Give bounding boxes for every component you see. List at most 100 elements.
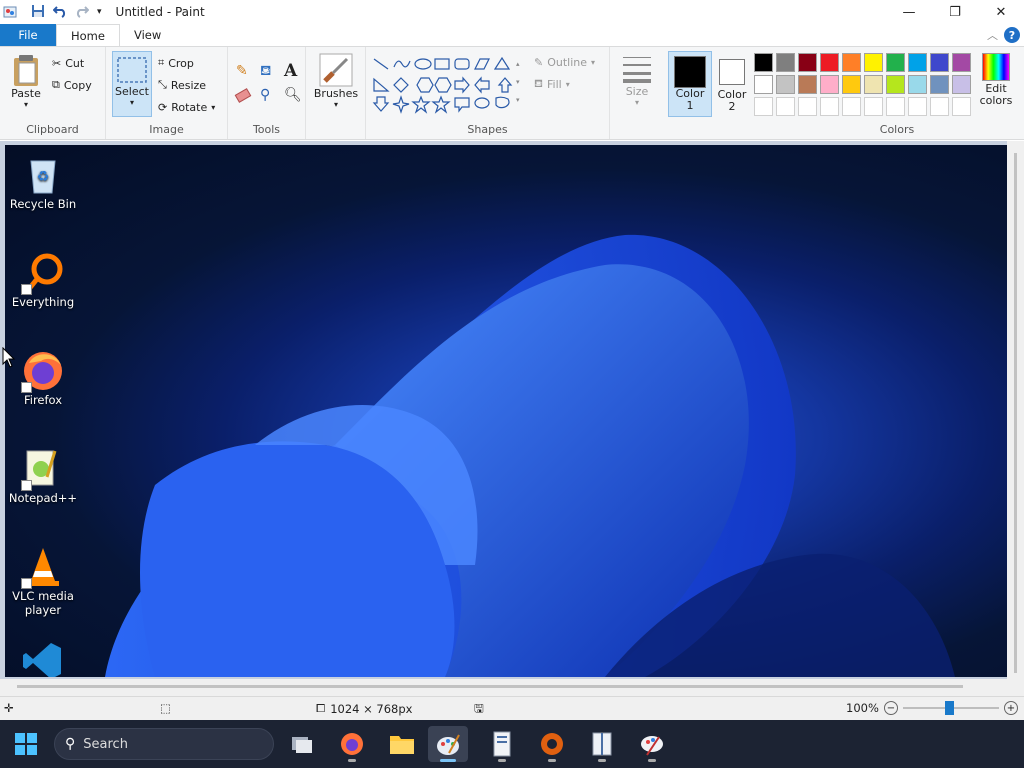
- taskbar-file-explorer[interactable]: [382, 726, 422, 762]
- custom-color-slot[interactable]: [754, 97, 773, 116]
- color1-button[interactable]: Color 1: [668, 51, 712, 117]
- outline-button[interactable]: ✎ Outline ▾: [534, 52, 595, 72]
- desktop-icon-vlc[interactable]: VLC media player: [5, 545, 81, 617]
- image-group-label: Image: [149, 123, 184, 136]
- drawing-canvas[interactable]: ♻ Recycle Bin Everything Firefox Notepad…: [5, 145, 1007, 677]
- color-swatch[interactable]: [754, 75, 773, 94]
- color-swatch[interactable]: [908, 75, 927, 94]
- shortcut-arrow-icon: [21, 382, 32, 393]
- color-swatch[interactable]: [754, 53, 773, 72]
- color2-label: Color 2: [717, 88, 747, 113]
- color-swatch[interactable]: [820, 75, 839, 94]
- desktop-icon-everything[interactable]: Everything: [5, 251, 81, 309]
- desktop-icon-vscode[interactable]: [5, 639, 81, 677]
- tab-view[interactable]: View: [120, 24, 175, 46]
- custom-color-slot[interactable]: [952, 97, 971, 116]
- color-swatch[interactable]: [930, 75, 949, 94]
- fill-bucket-icon[interactable]: ⛾: [260, 63, 271, 81]
- taskbar-app-document[interactable]: [482, 726, 522, 762]
- zoom-in-icon[interactable]: +: [1003, 701, 1018, 715]
- copy-button[interactable]: ⧉ Copy: [52, 75, 92, 95]
- undo-icon[interactable]: [52, 4, 67, 21]
- taskbar-app-book[interactable]: [582, 726, 622, 762]
- zoom-slider-thumb[interactable]: [944, 701, 954, 715]
- tools-group: ✎ ⛾ A ⚲ 🔍︎ Tools: [228, 47, 306, 139]
- tab-file[interactable]: File: [0, 24, 56, 46]
- shapes-gallery[interactable]: [372, 55, 522, 115]
- shapes-group: ▴ ▾ ▾ ✎ Outline ▾ ⛾ Fill ▾ Shapes: [366, 47, 610, 139]
- custom-color-slot[interactable]: [820, 97, 839, 116]
- taskbar-app-paint-legacy[interactable]: [632, 726, 672, 762]
- color-picker-icon[interactable]: ⚲: [260, 87, 270, 103]
- color-swatch[interactable]: [776, 75, 795, 94]
- taskbar-task-view[interactable]: [282, 726, 322, 762]
- color-swatch[interactable]: [842, 75, 861, 94]
- color-swatch[interactable]: [798, 75, 817, 94]
- custom-color-slot[interactable]: [798, 97, 817, 116]
- save-icon[interactable]: [31, 4, 45, 21]
- color-swatch[interactable]: [864, 53, 883, 72]
- custom-color-slot[interactable]: [842, 97, 861, 116]
- zoom-out-icon[interactable]: −: [883, 701, 898, 715]
- zoom-slider[interactable]: [902, 701, 999, 715]
- pencil-icon[interactable]: ✎: [236, 63, 248, 79]
- taskbar-firefox[interactable]: [332, 726, 372, 762]
- minimize-button[interactable]: —: [886, 0, 932, 24]
- color-swatch[interactable]: [798, 53, 817, 72]
- redo-icon[interactable]: [75, 4, 90, 21]
- custom-color-slot[interactable]: [930, 97, 949, 116]
- edit-colors-button[interactable]: Edit colors: [974, 53, 1018, 107]
- start-button[interactable]: [14, 732, 38, 759]
- color-swatch[interactable]: [864, 75, 883, 94]
- vertical-scrollbar[interactable]: [1007, 141, 1024, 679]
- paste-button[interactable]: Paste ▾: [6, 53, 46, 109]
- clipboard-group: Paste ▾ ✂ Cut ⧉ Copy Clipboard: [0, 47, 106, 139]
- shapes-scroll[interactable]: ▴ ▾ ▾: [516, 55, 520, 109]
- close-button[interactable]: ✕: [978, 0, 1024, 24]
- color2-button[interactable]: Color 2: [714, 51, 750, 113]
- custom-color-slot[interactable]: [886, 97, 905, 116]
- desktop-icon-notepad-plus-plus[interactable]: Notepad++: [5, 447, 81, 505]
- desktop-icon-recycle-bin[interactable]: ♻ Recycle Bin: [5, 153, 81, 211]
- color-swatch[interactable]: [930, 53, 949, 72]
- select-button[interactable]: Select ▾: [112, 51, 152, 117]
- rainbow-icon: [982, 53, 1010, 81]
- color-swatch[interactable]: [886, 75, 905, 94]
- taskbar-search[interactable]: ⚲ Search: [54, 728, 274, 760]
- taskbar-app-orange[interactable]: [532, 726, 572, 762]
- taskbar-paint[interactable]: [428, 726, 468, 762]
- crop-button[interactable]: ⌗ Crop: [158, 53, 194, 73]
- brushes-button[interactable]: Brushes ▾: [312, 53, 360, 109]
- color-swatch[interactable]: [908, 53, 927, 72]
- customize-qat-icon[interactable]: ▾: [97, 7, 102, 17]
- fill-button[interactable]: ⛾ Fill ▾: [534, 74, 570, 94]
- eraser-icon[interactable]: [234, 88, 252, 103]
- copy-icon: ⧉: [52, 78, 60, 91]
- resize-button[interactable]: ⤡ Resize: [158, 75, 206, 95]
- rotate-button[interactable]: ⟳ Rotate ▾: [158, 97, 215, 117]
- custom-color-slot[interactable]: [864, 97, 883, 116]
- color-swatch[interactable]: [886, 53, 905, 72]
- custom-color-slot[interactable]: [776, 97, 795, 116]
- cut-label: Cut: [65, 56, 85, 70]
- palette-app-icon: [641, 736, 663, 756]
- color-swatch[interactable]: [776, 53, 795, 72]
- custom-color-slot[interactable]: [908, 97, 927, 116]
- color-swatch[interactable]: [820, 53, 839, 72]
- magnifier-icon[interactable]: 🔍︎: [284, 87, 302, 103]
- collapse-ribbon-icon[interactable]: ︿: [987, 27, 998, 43]
- horizontal-scrollbar[interactable]: [0, 679, 1024, 696]
- help-icon[interactable]: ?: [1004, 27, 1020, 43]
- horizontal-scroll-thumb[interactable]: [17, 685, 963, 688]
- minimize-icon: —: [902, 4, 916, 20]
- color-swatch[interactable]: [952, 75, 971, 94]
- vertical-scroll-thumb[interactable]: [1014, 153, 1017, 673]
- desktop-icon-firefox[interactable]: Firefox: [5, 349, 81, 407]
- restore-button[interactable]: ❐: [932, 0, 978, 24]
- text-icon[interactable]: A: [284, 61, 297, 81]
- tab-home[interactable]: Home: [56, 24, 120, 46]
- color-swatch[interactable]: [842, 53, 861, 72]
- size-button[interactable]: Size ▾: [618, 53, 656, 107]
- cut-button[interactable]: ✂ Cut: [52, 53, 84, 73]
- color-swatch[interactable]: [952, 53, 971, 72]
